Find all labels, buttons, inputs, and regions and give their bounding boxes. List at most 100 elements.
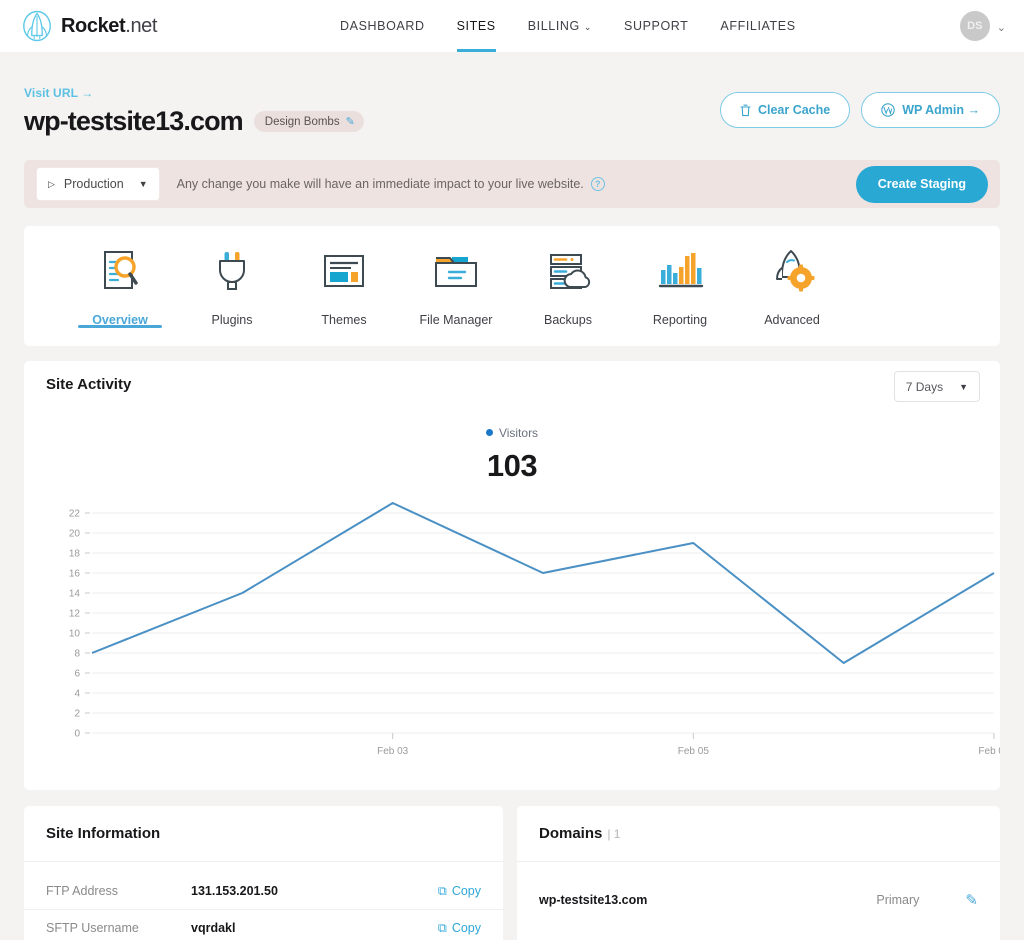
date-range-value: 7 Days xyxy=(906,380,943,394)
site-activity-title: Site Activity xyxy=(46,376,131,393)
tab-reporting[interactable]: Reporting xyxy=(624,226,736,346)
wp-admin-label: WP Admin → xyxy=(902,103,980,117)
folder-icon xyxy=(430,244,482,300)
chevron-down-icon: ▼ xyxy=(959,382,968,392)
section-tabs: Overview Plugins xyxy=(24,226,1000,346)
clear-cache-label: Clear Cache xyxy=(758,103,830,117)
nav-label: BILLING xyxy=(528,19,580,33)
brand-name-tld: .net xyxy=(125,15,157,37)
svg-text:22: 22 xyxy=(69,509,81,520)
staging-bar: ▷ Production ▼ Any change you make will … xyxy=(24,160,1000,208)
chevron-down-icon: ⌄ xyxy=(997,21,1006,34)
help-icon[interactable]: ? xyxy=(591,177,605,191)
environment-label: Production xyxy=(64,177,124,191)
table-row: FTP Address 131.153.201.50 ⧉ Copy xyxy=(24,873,503,910)
site-activity-card: Site Activity 7 Days ▼ Visitors 103 0246… xyxy=(24,361,1000,790)
site-information-header: Site Information xyxy=(24,806,503,862)
svg-text:8: 8 xyxy=(74,649,80,660)
rocket-logo-icon xyxy=(22,10,52,42)
tab-advanced[interactable]: Advanced xyxy=(736,226,848,346)
nav-label: AFFILIATES xyxy=(720,19,795,33)
tab-label: Themes xyxy=(321,313,366,327)
nav-label: SUPPORT xyxy=(624,19,688,33)
nav-label: SITES xyxy=(457,19,496,33)
svg-text:20: 20 xyxy=(69,529,81,540)
chevron-down-icon: ⌄ xyxy=(584,22,592,33)
domain-name: wp-testsite13.com xyxy=(539,893,876,907)
header-actions: Clear Cache WP Admin → xyxy=(720,92,1000,128)
chart-y-axis-labels: 0246810121416182022 xyxy=(69,509,90,740)
svg-text:4: 4 xyxy=(74,689,80,700)
chart-gridlines xyxy=(92,513,994,733)
svg-text:14: 14 xyxy=(69,589,81,600)
info-value: vqrdakl xyxy=(191,921,438,935)
wordpress-icon xyxy=(881,103,895,117)
nav-item-support[interactable]: SUPPORT xyxy=(624,0,688,52)
site-activity-header: Site Activity 7 Days ▼ xyxy=(24,361,1000,407)
copy-sftp-username-button[interactable]: ⧉ Copy xyxy=(438,921,481,936)
page-title: wp-testsite13.com xyxy=(24,106,243,137)
info-key: SFTP Username xyxy=(46,921,191,935)
domains-count: | 1 xyxy=(607,827,620,841)
wp-admin-button[interactable]: WP Admin → xyxy=(861,92,1000,128)
pencil-icon[interactable]: ✎ xyxy=(965,891,978,909)
copy-icon: ⧉ xyxy=(438,921,447,936)
environment-selector[interactable]: ▷ Production ▼ xyxy=(36,167,160,201)
tab-backups[interactable]: Backups xyxy=(512,226,624,346)
table-row: SFTP Username vqrdakl ⧉ Copy xyxy=(24,910,503,940)
svg-text:10: 10 xyxy=(69,629,81,640)
nav-item-sites[interactable]: SITES xyxy=(457,0,496,52)
main-menu: DASHBOARD SITES BILLING ⌄ SUPPORT AFFILI… xyxy=(340,0,796,52)
pencil-icon[interactable]: ✎ xyxy=(346,115,355,128)
svg-text:Feb 05: Feb 05 xyxy=(678,746,710,757)
clear-cache-button[interactable]: Clear Cache xyxy=(720,92,850,128)
domains-card: Domains | 1 wp-testsite13.com Primary ✎ xyxy=(517,806,1000,940)
chevron-down-icon: ▼ xyxy=(139,179,148,189)
svg-text:12: 12 xyxy=(69,609,81,620)
create-staging-button[interactable]: Create Staging xyxy=(856,166,988,203)
tab-label: Reporting xyxy=(653,313,707,327)
plug-icon xyxy=(206,244,258,300)
staging-message: Any change you make will have an immedia… xyxy=(177,177,605,191)
svg-text:2: 2 xyxy=(74,709,80,720)
tab-label: Backups xyxy=(544,313,592,327)
site-tag-label: Design Bombs xyxy=(265,116,340,128)
bar-chart-icon xyxy=(654,244,706,300)
legend-item-visitors[interactable]: Visitors xyxy=(486,426,538,440)
tab-overview[interactable]: Overview xyxy=(64,226,176,346)
staging-message-text: Any change you make will have an immedia… xyxy=(177,177,584,191)
avatar[interactable]: DS xyxy=(960,11,990,41)
chart-x-axis-labels: Feb 03 Feb 05 Feb 07 xyxy=(377,733,1000,757)
svg-text:Feb 07: Feb 07 xyxy=(978,746,1000,757)
tab-file-manager[interactable]: File Manager xyxy=(400,226,512,346)
nav-label: DASHBOARD xyxy=(340,19,425,33)
brand-logo[interactable]: Rocket.net xyxy=(22,10,157,42)
date-range-selector[interactable]: 7 Days ▼ xyxy=(894,371,980,402)
domains-header: Domains | 1 xyxy=(517,806,1000,862)
tab-label: Overview xyxy=(92,313,148,327)
site-information-card: Site Information FTP Address 131.153.201… xyxy=(24,806,503,940)
tab-plugins[interactable]: Plugins xyxy=(176,226,288,346)
svg-text:Feb 03: Feb 03 xyxy=(377,746,409,757)
svg-text:6: 6 xyxy=(74,669,80,680)
table-row: wp-testsite13.com Primary ✎ xyxy=(517,876,1000,923)
tab-label: Advanced xyxy=(764,313,820,327)
nav-item-affiliates[interactable]: AFFILIATES xyxy=(720,0,795,52)
copy-ftp-address-button[interactable]: ⧉ Copy xyxy=(438,884,481,899)
nav-item-dashboard[interactable]: DASHBOARD xyxy=(340,0,425,52)
info-value: 131.153.201.50 xyxy=(191,884,438,898)
brand-name: Rocket.net xyxy=(61,15,157,38)
tab-themes[interactable]: Themes xyxy=(288,226,400,346)
nav-item-billing[interactable]: BILLING ⌄ xyxy=(528,0,592,52)
site-information-title: Site Information xyxy=(46,825,160,842)
page-content: Visit URL → wp-testsite13.com Design Bom… xyxy=(0,52,1024,940)
tab-label: File Manager xyxy=(420,313,493,327)
brand-name-main: Rocket xyxy=(61,15,125,37)
server-cloud-icon xyxy=(542,244,594,300)
account-menu[interactable]: DS ⌄ xyxy=(960,11,1006,41)
domain-status: Primary xyxy=(876,893,919,907)
site-tag-badge[interactable]: Design Bombs ✎ xyxy=(254,111,364,132)
bottom-section: Site Information FTP Address 131.153.201… xyxy=(24,806,1000,940)
top-navigation-bar: Rocket.net DASHBOARD SITES BILLING ⌄ SUP… xyxy=(0,0,1024,52)
copy-label: Copy xyxy=(452,921,481,935)
